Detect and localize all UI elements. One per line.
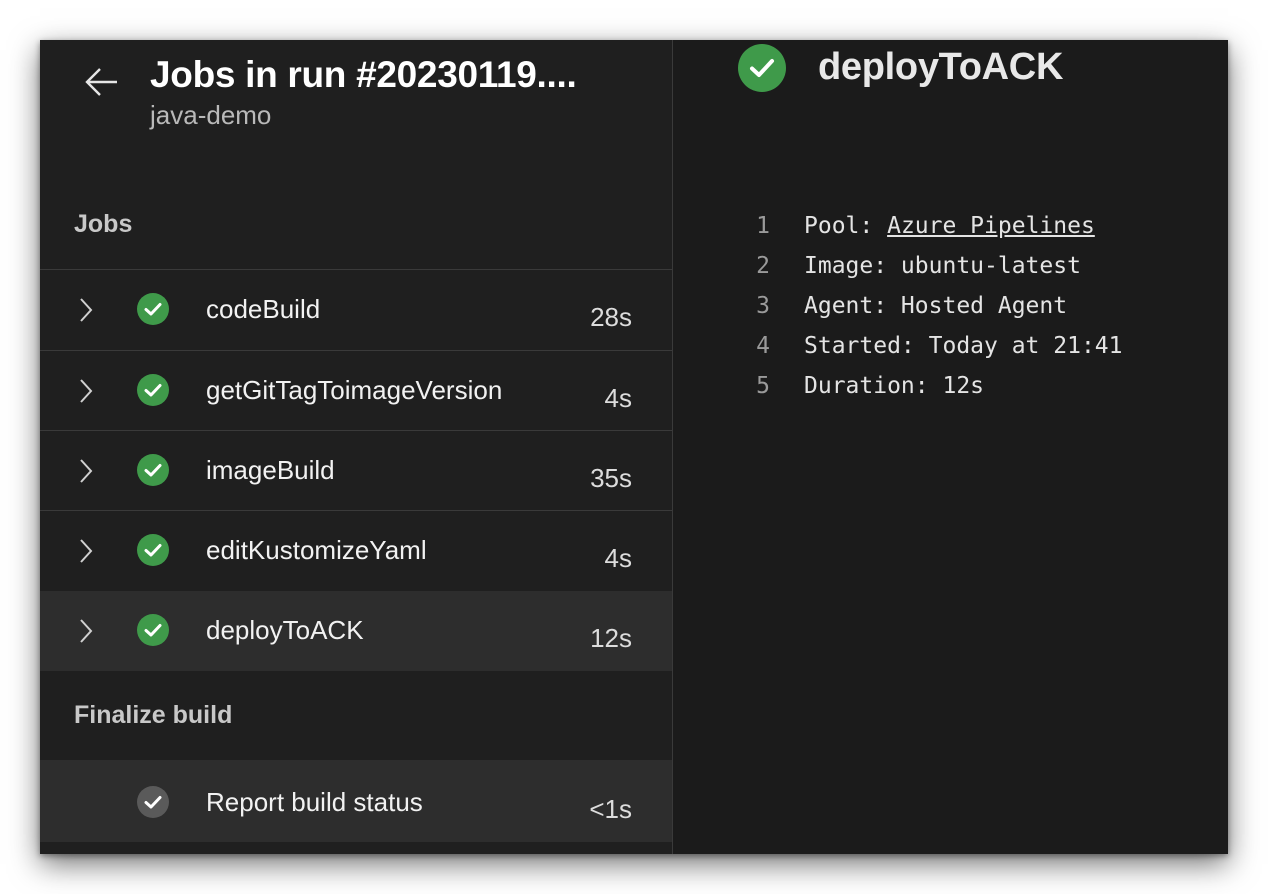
- log-line: 1 Pool: Azure Pipelines: [740, 206, 1123, 246]
- jobs-panel: Jobs in run #20230119.... java-demo Jobs…: [40, 40, 673, 854]
- job-log: 1 Pool: Azure Pipelines 2 Image: ubuntu-la…: [740, 206, 1123, 406]
- page-title: Jobs in run #20230119....: [150, 54, 577, 95]
- check-circle-icon: [738, 44, 786, 92]
- check-circle-icon: [137, 293, 169, 325]
- job-name: getGitTagToimageVersion: [206, 375, 503, 405]
- job-row-codebuild[interactable]: codeBuild 28s: [40, 270, 672, 350]
- job-row-getgittagtoimageversion[interactable]: getGitTagToimageVersion 4s: [40, 351, 672, 431]
- log-line: 3 Agent: Hosted Agent: [740, 286, 1123, 326]
- chevron-right-icon[interactable]: [76, 296, 96, 324]
- check-circle-icon: [137, 614, 169, 646]
- check-circle-icon: [137, 534, 169, 566]
- log-line: 2 Image: ubuntu-latest: [740, 246, 1123, 286]
- log-text: Agent: Hosted Agent: [804, 293, 1068, 319]
- chevron-right-icon[interactable]: [76, 457, 96, 485]
- job-duration: <1s: [589, 794, 632, 824]
- log-text: Pool:: [804, 213, 888, 239]
- chevron-right-icon[interactable]: [76, 377, 96, 405]
- job-name: codeBuild: [206, 294, 321, 324]
- chevron-right-icon[interactable]: [76, 617, 96, 645]
- job-name: Report build status: [206, 787, 423, 817]
- job-name: deployToACK: [206, 615, 364, 645]
- log-line: 4 Started: Today at 21:41: [740, 326, 1123, 366]
- log-text: Duration: 12s: [804, 373, 985, 399]
- line-number: 4: [756, 333, 770, 359]
- job-name: editKustomizeYaml: [206, 535, 427, 565]
- check-circle-icon: [137, 454, 169, 486]
- pool-link[interactable]: Azure Pipelines: [887, 213, 1095, 239]
- log-text: Started: Today at 21:41: [804, 333, 1123, 359]
- page-subtitle: java-demo: [150, 100, 272, 130]
- arrow-left-icon[interactable]: [82, 62, 122, 102]
- jobs-section-header: Jobs: [74, 210, 133, 238]
- line-number: 5: [756, 373, 770, 399]
- job-row-deploytoack[interactable]: deployToACK 12s: [40, 591, 672, 671]
- chevron-right-icon[interactable]: [76, 537, 96, 565]
- job-duration: 28s: [590, 302, 632, 332]
- job-duration: 4s: [604, 543, 632, 573]
- check-circle-icon: [137, 786, 169, 818]
- job-duration: 12s: [590, 623, 632, 653]
- line-number: 3: [756, 293, 770, 319]
- line-number: 2: [756, 253, 770, 279]
- job-row-report-build-status[interactable]: Report build status <1s: [40, 760, 672, 842]
- finalize-section-header: Finalize build: [74, 701, 233, 729]
- log-line: 5 Duration: 12s: [740, 366, 1123, 406]
- log-text: Image: ubuntu-latest: [804, 253, 1081, 279]
- job-duration: 4s: [604, 383, 632, 413]
- job-row-editkustomizeyaml[interactable]: editKustomizeYaml 4s: [40, 511, 672, 591]
- job-row-imagebuild[interactable]: imageBuild 35s: [40, 431, 672, 511]
- line-number: 1: [756, 213, 770, 239]
- job-detail-title: deployToACK: [818, 46, 1064, 88]
- job-name: imageBuild: [206, 455, 335, 485]
- pipeline-jobs-window: Jobs in run #20230119.... java-demo Jobs…: [40, 40, 1228, 854]
- check-circle-icon: [137, 374, 169, 406]
- job-duration: 35s: [590, 463, 632, 493]
